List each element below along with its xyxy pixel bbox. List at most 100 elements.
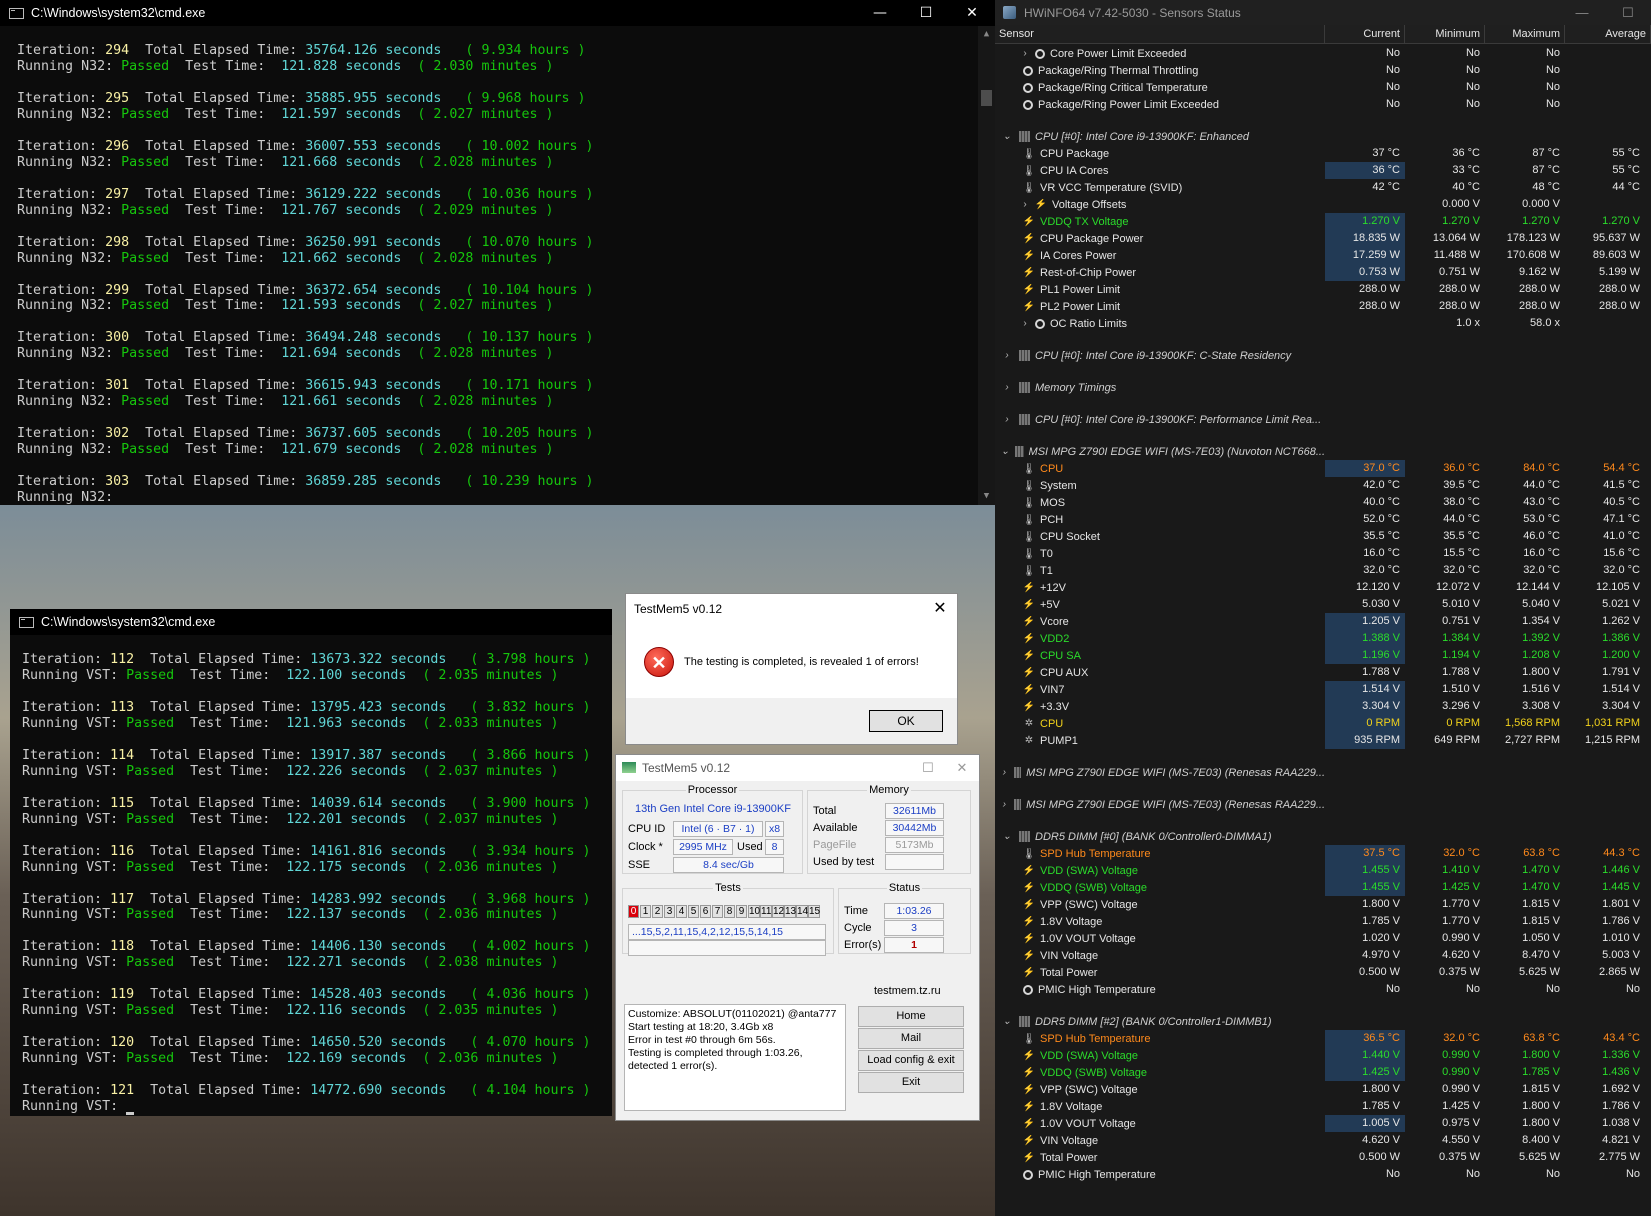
maximize-button[interactable]: ☐	[903, 0, 949, 26]
sensor-row[interactable]: ⚡ 1.0V VOUT Voltage 1.005 V 0.975 V 1.800 V 1…	[995, 1115, 1651, 1132]
sensor-row[interactable]: 🌡 T1 32.0 °C 32.0 °C 32.0 °C 32.0 °C	[995, 562, 1651, 579]
expand-chevron-icon[interactable]: ›	[999, 414, 1015, 425]
sensor-row[interactable]: ⚡ CPU Package Power 18.835 W 13.064 W 178.12…	[995, 230, 1651, 247]
sensor-row[interactable]: ⚡ VDD (SWA) Voltage 1.455 V 1.410 V 1.470 V 1…	[995, 862, 1651, 879]
sensor-row[interactable]: ⚡ VDD2 1.388 V 1.384 V 1.392 V 1.386 V	[995, 630, 1651, 647]
sensor-row[interactable]: ⚡ 1.8V Voltage 1.785 V 1.425 V 1.800 V 1.786 …	[995, 1098, 1651, 1115]
sensor-row[interactable]: ⚡ VPP (SWC) Voltage 1.800 V 0.990 V 1.815 V 1…	[995, 1081, 1651, 1098]
collapse-chevron-icon[interactable]: ⌄	[999, 446, 1011, 457]
load-config-exit-button[interactable]: Load config & exit	[858, 1050, 964, 1071]
sensor-row[interactable]: ⚡ CPU AUX 1.788 V 1.788 V 1.800 V 1.791 V	[995, 664, 1651, 681]
sensor-row[interactable]: › OC Ratio Limits 1.0 x 58.0 x	[995, 315, 1651, 332]
sensor-group-row[interactable]: › MSI MPG Z790I EDGE WIFI (MS-7E03) (Rene…	[995, 764, 1651, 781]
cmd-window-vst[interactable]: C:\Windows\system32\cmd.exe Iteration: 1…	[10, 609, 612, 1116]
column-header-minimum[interactable]: Minimum	[1405, 24, 1485, 44]
sensor-group-row[interactable]: › Memory Timings	[995, 379, 1651, 396]
sensor-row[interactable]: 🌡 CPU Package 37 °C 36 °C 87 °C 55 °C	[995, 145, 1651, 162]
sensor-row[interactable]: ⚡ PL2 Power Limit 288.0 W 288.0 W 288.0 W 288…	[995, 298, 1651, 315]
sensor-row[interactable]: Package/Ring Thermal Throttling No No No	[995, 62, 1651, 79]
sensor-row[interactable]: ⚡ VIN Voltage 4.620 V 4.550 V 8.400 V 4.821 V	[995, 1132, 1651, 1149]
expand-chevron-icon[interactable]: ›	[1019, 48, 1031, 59]
hwinfo-titlebar[interactable]: HWiNFO64 v7.42-5030 - Sensors Status — ☐	[995, 0, 1651, 25]
test-log[interactable]: Customize: ABSOLUT(01102021) @anta777 St…	[624, 1004, 846, 1111]
sensor-row[interactable]: ⚡ VPP (SWC) Voltage 1.800 V 1.770 V 1.815 V 1…	[995, 896, 1651, 913]
sensor-row[interactable]: ⚡ CPU SA 1.196 V 1.194 V 1.208 V 1.200 V	[995, 647, 1651, 664]
close-button[interactable]: ✕	[945, 755, 979, 781]
expand-chevron-icon[interactable]: ›	[999, 767, 1010, 778]
site-link[interactable]: testmem.tz.ru	[874, 985, 941, 997]
sensor-row[interactable]: Package/Ring Power Limit Exceeded No No No	[995, 96, 1651, 113]
sensor-row[interactable]: 🌡 T0 16.0 °C 15.5 °C 16.0 °C 15.6 °C	[995, 545, 1651, 562]
sensor-row[interactable]: ⚡ +5V 5.030 V 5.010 V 5.040 V 5.021 V	[995, 596, 1651, 613]
collapse-chevron-icon[interactable]: ⌄	[999, 831, 1015, 842]
sensor-row[interactable]: 🌡 System 42.0 °C 39.5 °C 44.0 °C 41.5 °C	[995, 477, 1651, 494]
sensor-row[interactable]: › ⚡ Voltage Offsets 0.000 V 0.000 V	[995, 196, 1651, 213]
sensor-row[interactable]: ⚡ Vcore 1.205 V 0.751 V 1.354 V 1.262 V	[995, 613, 1651, 630]
testmem-titlebar[interactable]: TestMem5 v0.12 ☐ ✕	[616, 755, 979, 781]
testmem-result-dialog[interactable]: TestMem5 v0.12 ✕ ✕ The testing is comple…	[625, 593, 958, 745]
sensor-group-row[interactable]: ⌄ MSI MPG Z790I EDGE WIFI (MS-7E03) (Nuvo…	[995, 443, 1651, 460]
testmem-window[interactable]: TestMem5 v0.12 ☐ ✕ Processor 13th Gen In…	[615, 754, 980, 1121]
column-header-current[interactable]: Current	[1325, 24, 1405, 44]
sensor-row[interactable]: 🌡 CPU Socket 35.5 °C 35.5 °C 46.0 °C 41.0 °C	[995, 528, 1651, 545]
home-button[interactable]: Home	[858, 1006, 964, 1027]
sensor-group-row[interactable]: › MSI MPG Z790I EDGE WIFI (MS-7E03) (Rene…	[995, 796, 1651, 813]
column-header-average[interactable]: Average	[1565, 24, 1651, 44]
expand-chevron-icon[interactable]: ›	[1019, 199, 1031, 210]
sensor-group-row[interactable]: › CPU [#0]: Intel Core i9-13900KF: Perfor…	[995, 411, 1651, 428]
sensor-row[interactable]: PMIC High Temperature No No No No	[995, 981, 1651, 998]
minimize-button[interactable]: —	[857, 0, 903, 26]
sensor-row[interactable]: ⚡ Total Power 0.500 W 0.375 W 5.625 W 2.865 W	[995, 964, 1651, 981]
cmd-titlebar[interactable]: C:\Windows\system32\cmd.exe — ☐ ✕	[0, 0, 995, 26]
exit-button[interactable]: Exit	[858, 1072, 964, 1093]
console-output[interactable]: Iteration: 294 Total Elapsed Time: 35764…	[17, 26, 977, 505]
sensor-row[interactable]: ⚡ VDDQ TX Voltage 1.270 V 1.270 V 1.270 V 1.2…	[995, 213, 1651, 230]
sensor-row[interactable]: PMIC High Temperature No No No No	[995, 1166, 1651, 1183]
expand-chevron-icon[interactable]: ›	[999, 382, 1015, 393]
sensor-row[interactable]: 🌡 MOS 40.0 °C 38.0 °C 43.0 °C 40.5 °C	[995, 494, 1651, 511]
sensor-row[interactable]: 🌡 SPD Hub Temperature 37.5 °C 32.0 °C 63.8 °…	[995, 845, 1651, 862]
sensor-row[interactable]: ⚡ PL1 Power Limit 288.0 W 288.0 W 288.0 W 288…	[995, 281, 1651, 298]
scroll-thumb[interactable]	[981, 90, 992, 106]
console-output[interactable]: Iteration: 112 Total Elapsed Time: 13673…	[22, 635, 612, 1116]
sensor-row[interactable]: › Core Power Limit Exceeded No No No	[995, 45, 1651, 62]
cmd-titlebar[interactable]: C:\Windows\system32\cmd.exe	[10, 609, 612, 635]
sensor-row[interactable]: ⚡ 1.8V Voltage 1.785 V 1.770 V 1.815 V 1.786 …	[995, 913, 1651, 930]
close-button[interactable]: ✕	[949, 0, 995, 26]
sensor-row[interactable]: ⚡ +12V 12.120 V 12.072 V 12.144 V 12.105 V	[995, 579, 1651, 596]
scroll-up-icon[interactable]: ▲	[978, 26, 995, 43]
sensor-row[interactable]: ⚡ IA Cores Power 17.259 W 11.488 W 170.608 W…	[995, 247, 1651, 264]
sensor-row[interactable]: Package/Ring Critical Temperature No No No	[995, 79, 1651, 96]
sensor-row[interactable]: ⚡ +3.3V 3.304 V 3.296 V 3.308 V 3.304 V	[995, 698, 1651, 715]
sensor-row[interactable]: 🌡 SPD Hub Temperature 36.5 °C 32.0 °C 63.8 °…	[995, 1030, 1651, 1047]
ok-button[interactable]: OK	[869, 710, 943, 732]
sensor-row[interactable]: ⚡ Rest-of-Chip Power 0.753 W 0.751 W 9.162 W…	[995, 264, 1651, 281]
scrollbar[interactable]: ▲ ▼	[978, 26, 995, 505]
sensor-row[interactable]: ✲ CPU 0 RPM 0 RPM 1,568 RPM 1,031 RPM	[995, 715, 1651, 732]
collapse-chevron-icon[interactable]: ⌄	[999, 1016, 1015, 1027]
sensor-row[interactable]: 🌡 CPU IA Cores 36 °C 33 °C 87 °C 55 °C	[995, 162, 1651, 179]
column-header-maximum[interactable]: Maximum	[1485, 24, 1565, 44]
scroll-down-icon[interactable]: ▼	[978, 488, 995, 505]
maximize-button[interactable]: ☐	[1605, 5, 1651, 21]
maximize-button[interactable]: ☐	[911, 755, 945, 781]
sensor-group-row[interactable]: ⌄ DDR5 DIMM [#2] (BANK 0/Controller1-DIMM…	[995, 1013, 1651, 1030]
collapse-chevron-icon[interactable]: ⌄	[999, 131, 1015, 142]
hwinfo-window[interactable]: HWiNFO64 v7.42-5030 - Sensors Status — ☐…	[995, 0, 1651, 1216]
sensor-row[interactable]: 🌡 CPU 37.0 °C 36.0 °C 84.0 °C 54.4 °C	[995, 460, 1651, 477]
sensor-row[interactable]: ⚡ 1.0V VOUT Voltage 1.020 V 0.990 V 1.050 V 1…	[995, 930, 1651, 947]
expand-chevron-icon[interactable]: ›	[999, 350, 1015, 361]
sensor-row[interactable]: ⚡ VIN Voltage 4.970 V 4.620 V 8.470 V 5.003 V	[995, 947, 1651, 964]
sensor-group-row[interactable]: ⌄ DDR5 DIMM [#0] (BANK 0/Controller0-DIMM…	[995, 828, 1651, 845]
sensor-row[interactable]: ⚡ VDD (SWA) Voltage 1.440 V 0.990 V 1.800 V 1…	[995, 1047, 1651, 1064]
expand-chevron-icon[interactable]: ›	[1019, 318, 1031, 329]
sensor-row[interactable]: ⚡ Total Power 0.500 W 0.375 W 5.625 W 2.775 W	[995, 1149, 1651, 1166]
mail-button[interactable]: Mail	[858, 1028, 964, 1049]
sensor-row[interactable]: ⚡ VDDQ (SWB) Voltage 1.455 V 1.425 V 1.470 V…	[995, 879, 1651, 896]
sensor-row[interactable]: ⚡ VDDQ (SWB) Voltage 1.425 V 0.990 V 1.785 V…	[995, 1064, 1651, 1081]
sensor-row[interactable]: 🌡 VR VCC Temperature (SVID) 42 °C 40 °C 48 °…	[995, 179, 1651, 196]
expand-chevron-icon[interactable]: ›	[999, 799, 1010, 810]
sensor-group-row[interactable]: › CPU [#0]: Intel Core i9-13900KF: C-Stat…	[995, 347, 1651, 364]
minimize-button[interactable]: —	[1559, 5, 1605, 20]
sensor-row[interactable]: ⚡ VIN7 1.514 V 1.510 V 1.516 V 1.514 V	[995, 681, 1651, 698]
